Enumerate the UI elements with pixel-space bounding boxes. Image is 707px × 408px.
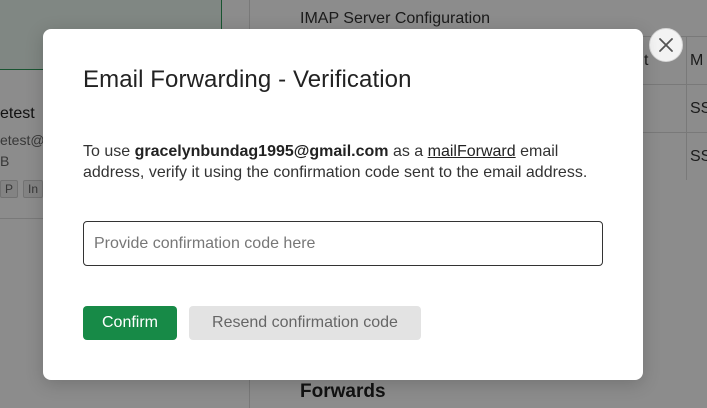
close-icon (659, 38, 673, 52)
dialog-title: Email Forwarding - Verification (83, 66, 412, 93)
confirm-button[interactable]: Confirm (83, 306, 177, 340)
forward-email-address: gracelynbundag1995@gmail.com (134, 143, 389, 160)
dialog-description: To use gracelynbundag1995@gmail.com as a… (83, 141, 603, 183)
description-middle: as a (388, 143, 428, 160)
resend-code-button[interactable]: Resend confirmation code (189, 306, 421, 340)
close-button[interactable] (649, 28, 683, 62)
mailforward-link[interactable]: mailForward (428, 143, 516, 160)
description-prefix: To use (83, 143, 135, 160)
confirmation-code-input[interactable] (83, 221, 603, 266)
verification-dialog: Email Forwarding - Verification To use g… (43, 29, 643, 380)
